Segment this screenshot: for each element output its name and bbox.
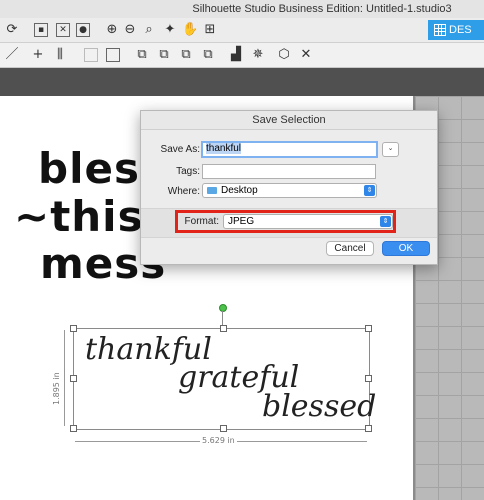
secondary-toolbar: ／ + ⫼ ⧉ ⧉ ⧉ ⧉ ▟ ✵ ⬡ ✕ (0, 43, 484, 68)
dialog-title: Save Selection (141, 111, 437, 130)
format-value: JPEG (228, 216, 255, 227)
zoom-out-icon[interactable]: ⊖ (122, 22, 138, 38)
deselect-icon[interactable]: ✕ (56, 23, 70, 37)
bring-front-icon[interactable]: ⧉ (200, 47, 216, 63)
chevron-updown-icon: ⇕ (364, 185, 375, 196)
cancel-button[interactable]: Cancel (326, 241, 374, 256)
grid-icon (434, 24, 446, 37)
rotate-handle[interactable] (219, 304, 227, 312)
group-icon[interactable] (84, 48, 98, 62)
zoom-fit-icon[interactable]: ⌕ (141, 22, 157, 38)
resize-handle-sw[interactable] (70, 425, 77, 432)
format-select[interactable]: JPEG ⇕ (223, 214, 393, 229)
resize-handle-s[interactable] (220, 425, 227, 432)
select-icon[interactable]: ● (76, 23, 90, 37)
main-toolbar: ⟳ ▪ ✕ ● ⊕ ⊖ ⌕ ✦ ✋ ⊞ (0, 18, 484, 43)
save-as-label: Save As: (160, 144, 200, 155)
folder-icon (207, 186, 217, 194)
height-dimension-label: 1.895 in (52, 372, 61, 405)
design-label: DES (449, 24, 472, 36)
save-selection-dialog: Save Selection Save As: thankful ⌄ Tags:… (140, 110, 438, 265)
tags-label: Tags: (176, 166, 200, 177)
chevron-updown-icon: ⇕ (380, 216, 391, 227)
save-as-value: thankful (206, 143, 242, 154)
trace-icon[interactable]: ⬡ (276, 47, 292, 63)
width-dimension-label: 5.629 in (200, 436, 237, 445)
script-word-3[interactable]: blessed (262, 389, 376, 424)
height-dimension-line (64, 330, 65, 426)
zoom-in-icon[interactable]: ⊕ (104, 22, 120, 38)
ok-button[interactable]: OK (382, 241, 430, 256)
where-label: Where: (167, 186, 200, 197)
resize-handle-n[interactable] (220, 325, 227, 332)
line-icon[interactable]: ／ (4, 47, 20, 63)
refresh-icon[interactable]: ⟳ (4, 22, 20, 38)
point-icon[interactable]: + (30, 47, 46, 63)
move-icon[interactable]: ✦ (162, 22, 178, 38)
resize-handle-e[interactable] (365, 375, 372, 382)
design-tab[interactable]: DES (428, 20, 484, 40)
resize-handle-w[interactable] (70, 375, 77, 382)
ruler-bar (0, 68, 484, 96)
window-titlebar: Silhouette Studio Business Edition: Unti… (0, 0, 484, 18)
replicate-icon[interactable]: ⧉ (134, 47, 150, 63)
expand-dialog-button[interactable]: ⌄ (382, 142, 399, 157)
weld-icon[interactable]: ▟ (228, 47, 244, 63)
pan-icon[interactable]: ✋ (182, 22, 198, 38)
resize-handle-se[interactable] (365, 425, 372, 432)
tags-field[interactable] (202, 164, 376, 179)
where-value: Desktop (221, 185, 258, 196)
resize-handle-nw[interactable] (70, 325, 77, 332)
close-icon[interactable]: ✕ (298, 47, 314, 63)
select-all-icon[interactable]: ▪ (34, 23, 48, 37)
ungroup-icon[interactable] (106, 48, 120, 62)
offset-icon[interactable]: ⧉ (178, 47, 194, 63)
grid-icon[interactable]: ⊞ (202, 22, 218, 38)
align-icon[interactable]: ⫼ (52, 47, 68, 63)
save-as-field[interactable]: thankful (201, 141, 378, 158)
format-label: Format: (184, 216, 219, 227)
star-icon[interactable]: ✵ (250, 47, 266, 63)
window-title: Silhouette Studio Business Edition: Unti… (192, 3, 452, 15)
nest-icon[interactable]: ⧉ (156, 47, 172, 63)
resize-handle-ne[interactable] (365, 325, 372, 332)
where-select[interactable]: Desktop ⇕ (202, 183, 377, 198)
